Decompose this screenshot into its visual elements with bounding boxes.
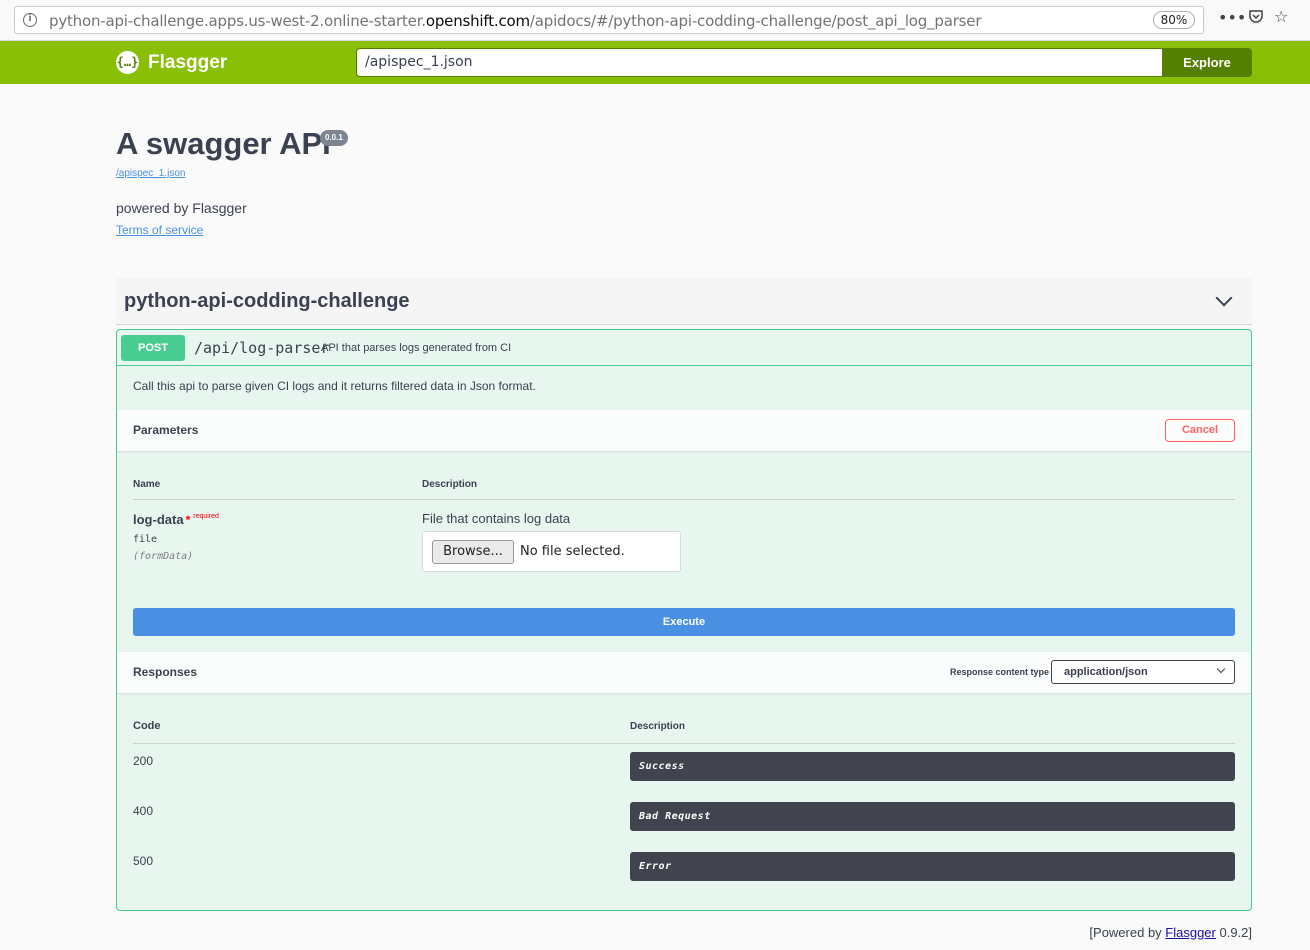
divider xyxy=(133,743,1235,744)
browser-toolbar: i python-api-challenge.apps.us-west-2.on… xyxy=(0,0,1310,41)
explore-button[interactable]: Explore xyxy=(1162,48,1252,77)
param-col-name: Name xyxy=(133,479,161,490)
tag-name[interactable]: python-api-codding-challenge xyxy=(124,290,410,313)
file-status-text: No file selected. xyxy=(520,544,625,559)
execute-button[interactable]: Execute xyxy=(133,608,1235,636)
operation-summary[interactable]: POST /api/log-parser API that parses log… xyxy=(117,330,1251,366)
parameters-header: Parameters Cancel xyxy=(117,410,1251,451)
api-description: powered by Flasgger xyxy=(116,200,247,216)
more-actions-icon[interactable]: ••• xyxy=(1218,8,1246,27)
operation-block: POST /api/log-parser API that parses log… xyxy=(116,329,1252,911)
param-location: (formData) xyxy=(133,551,194,562)
resp-col-description: Description xyxy=(630,721,686,732)
operation-path: /api/log-parser xyxy=(194,339,330,357)
bookmark-star-icon[interactable]: ☆ xyxy=(1274,7,1288,26)
response-code: 400 xyxy=(133,804,154,818)
resp-col-code: Code xyxy=(133,720,161,732)
swagger-topbar: {…} Flasgger /apispec_1.json Explore xyxy=(0,41,1310,84)
operation-description: Call this api to parse given CI logs and… xyxy=(133,379,536,393)
flasgger-link[interactable]: Flasgger xyxy=(1165,925,1216,940)
version-badge: 0.0.1 xyxy=(320,130,348,146)
zoom-indicator[interactable]: 80% xyxy=(1153,11,1195,29)
info-icon[interactable]: i xyxy=(23,13,37,27)
cancel-button[interactable]: Cancel xyxy=(1165,419,1235,442)
logo-text: Flasgger xyxy=(148,52,228,73)
param-col-description: Description xyxy=(422,479,478,490)
chevron-down-icon[interactable] xyxy=(1215,289,1233,307)
file-input[interactable]: Browse... No file selected. xyxy=(422,531,681,572)
param-name: log-data * required xyxy=(133,512,219,527)
pocket-icon[interactable] xyxy=(1248,8,1264,28)
response-description: Success xyxy=(630,752,1235,781)
response-code: 200 xyxy=(133,754,154,768)
spec-url-input[interactable]: /apispec_1.json xyxy=(356,48,1162,77)
footer: [Powered by Flasgger 0.9.2] xyxy=(1089,925,1252,940)
terms-of-service-link[interactable]: Terms of service xyxy=(116,223,203,237)
browse-button[interactable]: Browse... xyxy=(432,540,514,564)
content-type-label: Response content type xyxy=(950,667,1050,677)
flasgger-logo-icon: {…} xyxy=(116,51,139,74)
address-bar[interactable]: i python-api-challenge.apps.us-west-2.on… xyxy=(14,6,1204,34)
response-description: Bad Request xyxy=(630,802,1235,831)
operation-summary-text: API that parses logs generated from CI xyxy=(321,342,512,354)
tag-section-header[interactable]: python-api-codding-challenge xyxy=(116,278,1252,325)
method-badge: POST xyxy=(121,335,185,361)
spec-link[interactable]: /apispec_1.json xyxy=(116,168,186,179)
response-code: 500 xyxy=(133,854,154,868)
responses-header: Responses Response content type applicat… xyxy=(117,652,1251,693)
chevron-down-icon xyxy=(1216,664,1226,674)
parameters-title: Parameters xyxy=(133,423,199,437)
content-type-select[interactable]: application/json xyxy=(1051,660,1235,684)
param-description: File that contains log data xyxy=(422,511,571,526)
response-description: Error xyxy=(630,852,1235,881)
required-label: required xyxy=(193,513,219,520)
url-text[interactable]: python-api-challenge.apps.us-west-2.onli… xyxy=(49,12,981,30)
divider xyxy=(133,499,1235,500)
param-type: file xyxy=(133,534,158,545)
api-title: A swagger API xyxy=(116,126,331,161)
responses-title: Responses xyxy=(133,665,198,679)
